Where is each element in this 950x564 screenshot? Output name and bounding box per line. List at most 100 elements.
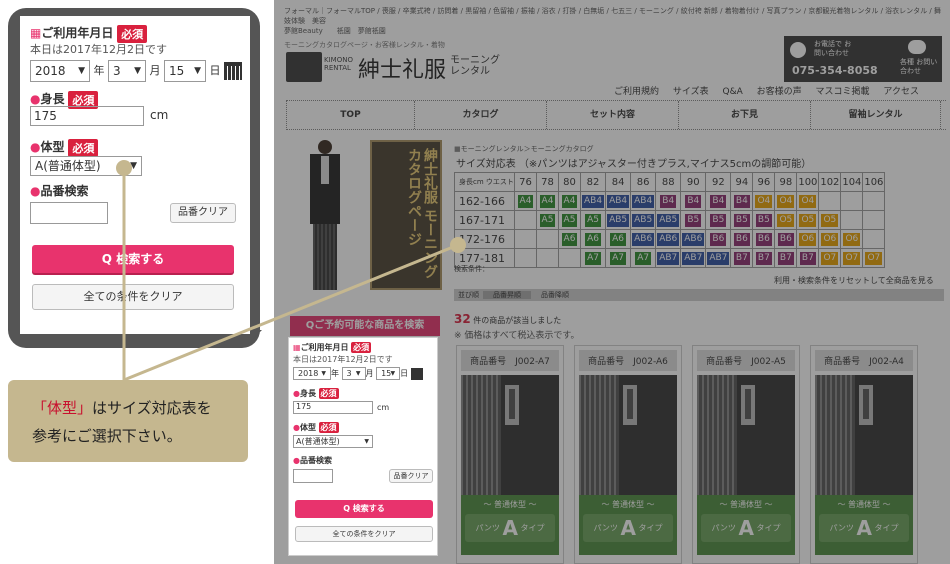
- size-table-title: サイズ対応表 （※パンツはアジャスター付きプラス,マイナス5cmの調節可能）: [456, 159, 812, 170]
- size-code: B6: [776, 231, 795, 247]
- size-cell: [818, 191, 842, 211]
- size-table: 身長cm ウエスト 76 78 80 82 84 86 88 90 92 94 96 98 100 102 1…: [454, 172, 886, 268]
- size-cell: AB5: [655, 210, 682, 230]
- waist-header: 104: [840, 172, 864, 192]
- size-code: A5: [538, 212, 557, 228]
- size-cell: O5: [774, 210, 798, 230]
- body-type-select[interactable]: A(普通体型) ▼: [30, 156, 142, 176]
- product-card[interactable]: 商品番号 J002-A7 ～ 普通体型 ～パンツ A タイプ: [456, 345, 564, 564]
- product-clear-button[interactable]: 品番クリア: [170, 203, 236, 223]
- nav-catalog[interactable]: カタログ: [415, 101, 547, 129]
- contact-box[interactable]: お電話で お問い合わせ 075-354-8058 各種 お問い合わせ: [784, 36, 942, 82]
- size-code: O5: [798, 212, 818, 228]
- nav-top[interactable]: TOP: [287, 101, 415, 129]
- result-count: 32 件の商品が該当しました: [454, 312, 562, 326]
- link-qa[interactable]: Q&A: [723, 87, 743, 97]
- top-nav: フォーマル｜フォーマルTOP / 喪服 / 卒業式袴 / 訪問着 / 黒留袖 /…: [284, 6, 944, 36]
- mini-clear-all-button[interactable]: 全ての条件をクリア: [295, 526, 433, 542]
- phone-number[interactable]: 075-354-8058: [792, 64, 878, 77]
- mini-product-clear-button[interactable]: 品番クリア: [389, 469, 433, 483]
- catalog-banner: 紳士礼服 モーニング カタログページ: [370, 140, 442, 290]
- link-access[interactable]: アクセス: [883, 87, 919, 97]
- size-code: B7: [798, 250, 817, 266]
- size-code: O4: [776, 193, 796, 209]
- product-code: 商品番号 J002-A7: [461, 350, 559, 371]
- link-media[interactable]: マスコミ掲載: [816, 87, 870, 97]
- size-cell: A6: [579, 229, 607, 249]
- search-button[interactable]: Q 検索する: [32, 245, 234, 273]
- size-cell: AB4: [579, 191, 607, 211]
- callout-text-1: はサイズ対応表を: [92, 399, 212, 417]
- nav-set[interactable]: セット内容: [547, 101, 679, 129]
- size-cell: [514, 210, 537, 230]
- mini-day-select[interactable]: 15 ▼: [376, 367, 401, 380]
- product-image: [697, 375, 795, 495]
- size-cell: O7: [840, 248, 864, 268]
- size-code: B7: [732, 250, 751, 266]
- product-card[interactable]: 商品番号 J002-A6 ～ 普通体型 ～パンツ A タイプ: [574, 345, 682, 564]
- size-cell: [558, 248, 581, 268]
- mini-year-select[interactable]: 2018 ▼: [293, 367, 331, 380]
- top-nav-links-2[interactable]: 夢館Beauty 祇園 夢館祇園: [284, 26, 944, 36]
- size-cell: O7: [862, 248, 886, 268]
- height-range: 172-176: [454, 229, 515, 249]
- size-cell: A5: [579, 210, 607, 230]
- day-unit: 日: [209, 64, 221, 77]
- chat-icon: [908, 40, 926, 54]
- size-code: A7: [584, 250, 602, 266]
- size-cell: B5: [752, 210, 776, 230]
- waist-header: 106: [862, 172, 886, 192]
- link-terms[interactable]: ご利用規約: [614, 87, 659, 97]
- reserve-search-button[interactable]: Qご予約可能な商品を検索: [290, 316, 440, 336]
- mini-calendar-icon[interactable]: [410, 367, 423, 380]
- size-row: 167-171 A5 A5 A5 AB5 AB5 AB5 B5 B5 B5 B5 O5 O5 O5: [454, 210, 886, 230]
- year-select[interactable]: 2018 ▼: [30, 60, 90, 82]
- mini-search-button[interactable]: Q 検索する: [295, 500, 433, 518]
- size-cell: B5: [730, 210, 754, 230]
- brand-title: 紳士礼服: [358, 58, 447, 83]
- product-code: 商品番号 J002-A6: [579, 350, 677, 371]
- reset-link[interactable]: 利用・検索条件をリセットして全商品を見る: [774, 275, 934, 286]
- size-cell: A4: [514, 191, 537, 211]
- height-input[interactable]: 175: [30, 106, 144, 126]
- product-card[interactable]: 商品番号 J002-A5 ～ 普通体型 ～パンツ A タイプ: [692, 345, 800, 564]
- day-select[interactable]: 15 ▼: [164, 60, 206, 82]
- brand-small: KIMONO RENTAL: [324, 56, 353, 72]
- nav-tomesode[interactable]: 留袖レンタル: [811, 101, 941, 129]
- waist-header: 92: [705, 172, 732, 192]
- size-code: B5: [754, 212, 773, 228]
- link-voices[interactable]: お客様の声: [757, 87, 802, 97]
- top-nav-links[interactable]: フォーマル｜フォーマルTOP / 喪服 / 卒業式袴 / 訪問着 / 黒留袖 /…: [284, 6, 944, 26]
- size-cell: [862, 191, 886, 211]
- calendar-icon[interactable]: [224, 62, 242, 80]
- product-search-input[interactable]: [30, 202, 108, 224]
- waist-header: 100: [796, 172, 820, 192]
- nav-preview[interactable]: お下見: [679, 101, 811, 129]
- size-cell: AB4: [630, 191, 657, 211]
- link-size[interactable]: サイズ表: [673, 87, 709, 97]
- month-select[interactable]: 3 ▼: [108, 60, 146, 82]
- waist-header: 90: [680, 172, 707, 192]
- sort-desc[interactable]: 品番降順: [531, 291, 579, 299]
- size-code: O5: [776, 212, 796, 228]
- size-cell: A6: [605, 229, 632, 249]
- mini-height-input[interactable]: 175: [293, 401, 373, 414]
- mini-date-note: 本日は2017年12月2日です: [293, 355, 393, 364]
- date-label: ▦ご利用年月日 必須: [30, 24, 148, 43]
- size-code: O7: [820, 250, 840, 266]
- product-card[interactable]: 商品番号 J002-A4 ～ 普通体型 ～パンツ A タイプ: [810, 345, 918, 564]
- mini-product-input[interactable]: [293, 469, 333, 483]
- size-code: A5: [584, 212, 602, 228]
- size-code: A7: [634, 250, 653, 266]
- size-cell: AB4: [605, 191, 632, 211]
- clear-all-button[interactable]: 全ての条件をクリア: [32, 284, 234, 310]
- waist-header: 80: [558, 172, 581, 192]
- mini-product-label: ●品番検索: [293, 456, 332, 465]
- sort-asc[interactable]: 品番昇順: [483, 291, 531, 299]
- size-code: B6: [709, 231, 728, 247]
- mini-month-select[interactable]: 3 ▼: [341, 367, 366, 380]
- mini-body-select[interactable]: A(普通体型) ▼: [293, 435, 373, 448]
- callout-text-2: 参考にご選択下さい。: [32, 427, 182, 445]
- size-code: A7: [609, 250, 628, 266]
- size-code: O6: [820, 231, 840, 247]
